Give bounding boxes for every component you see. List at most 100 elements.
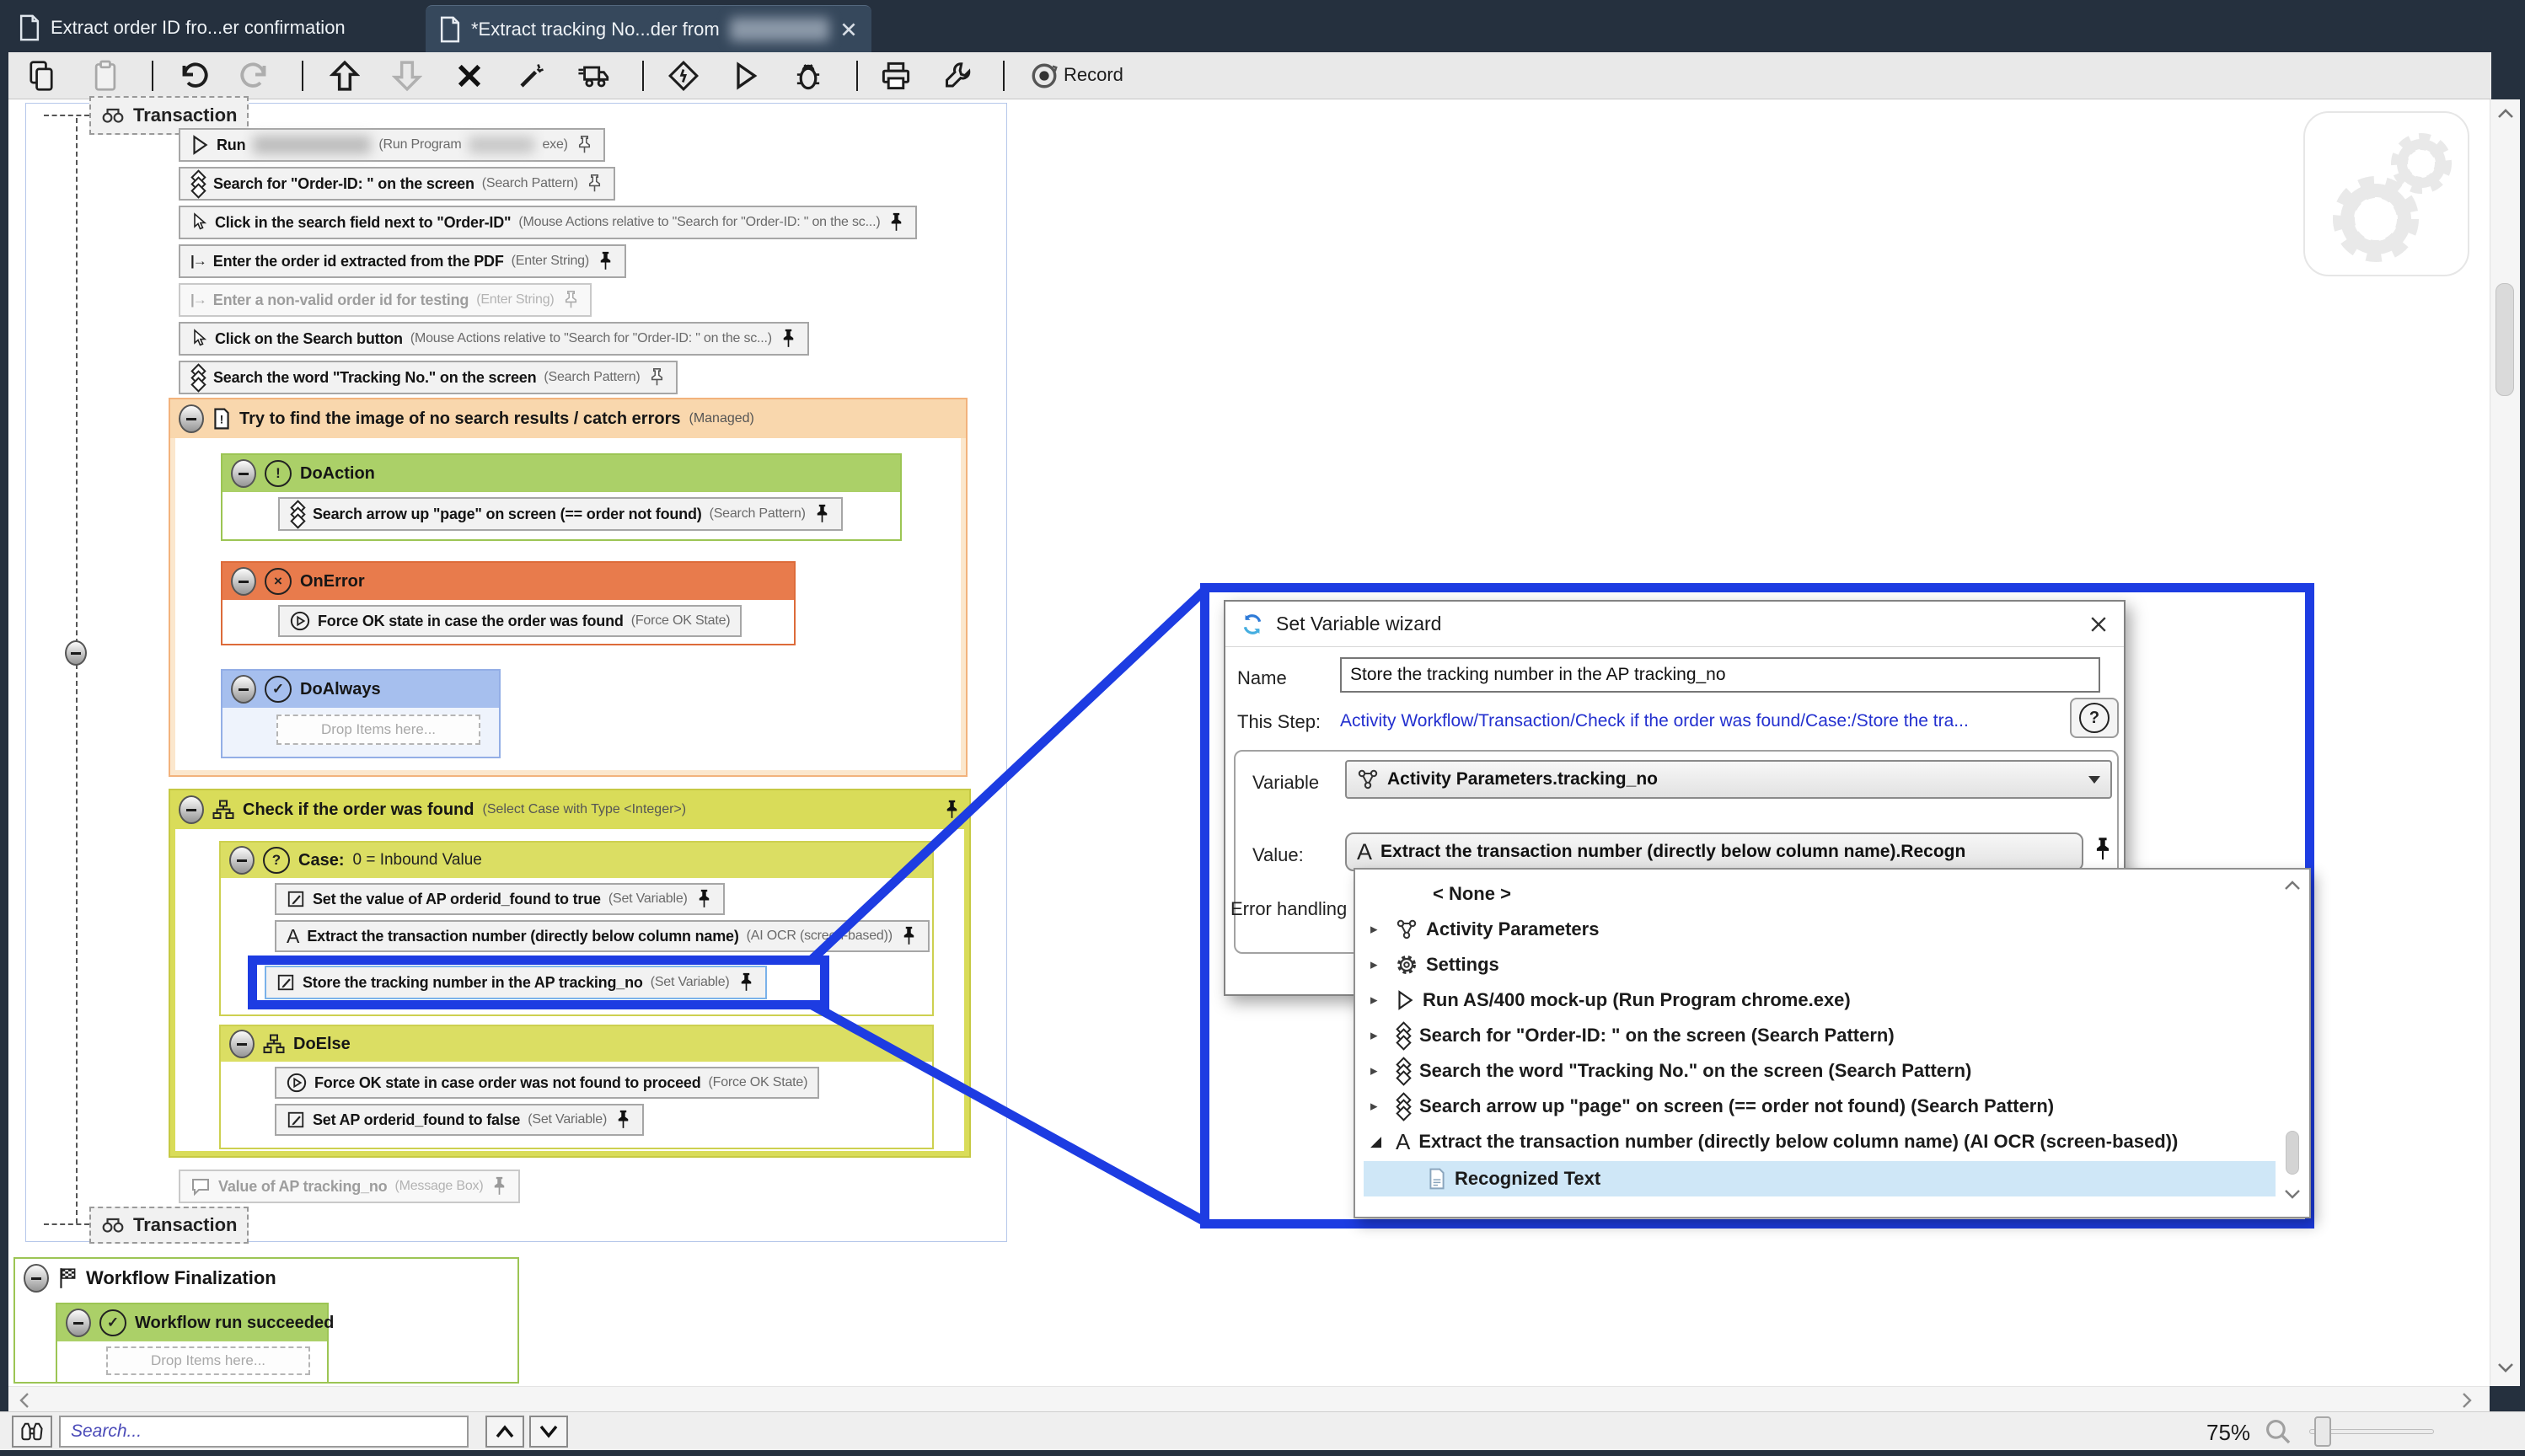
pin-outline-icon[interactable]	[648, 367, 666, 388]
pin-filled-icon[interactable]	[737, 972, 755, 993]
pin-outline-icon[interactable]	[562, 289, 580, 311]
pin-filled-icon[interactable]	[813, 503, 831, 525]
doelse-header[interactable]: DoElse	[221, 1026, 932, 1062]
scroll-up-icon[interactable]	[2496, 106, 2516, 121]
scroll-down-icon[interactable]	[2496, 1360, 2516, 1375]
step-into-button[interactable]	[664, 56, 703, 95]
pin-filled-icon[interactable]	[614, 1109, 632, 1131]
find-next-button[interactable]	[529, 1416, 568, 1448]
popup-scroll-up-icon[interactable]	[2282, 878, 2303, 893]
collapse-icon[interactable]	[179, 404, 204, 433]
step-set-orderid-true[interactable]: Set the value of AP orderid_found to tru…	[275, 883, 725, 915]
move-up-button[interactable]	[325, 56, 364, 95]
step-store-tracking-number[interactable]: Store the tracking number in the AP trac…	[265, 966, 767, 999]
record-label[interactable]: Record	[1064, 64, 1123, 86]
debug-button[interactable]	[789, 56, 828, 95]
step-force-ok-notfound[interactable]: Force OK state in case order was not fou…	[275, 1067, 820, 1099]
pin-filled-icon[interactable]	[695, 888, 713, 910]
step-search-tracking-no[interactable]: Search the word "Tracking No." on the sc…	[179, 361, 678, 394]
pin-filled-icon[interactable]	[2092, 836, 2114, 863]
step-search-order-id[interactable]: Search for "Order-ID: " on the screen (S…	[179, 167, 615, 201]
collapse-icon[interactable]	[231, 459, 256, 488]
collapse-icon[interactable]	[229, 1030, 255, 1058]
variable-dropdown[interactable]: Activity Parameters.tracking_no	[1345, 760, 2112, 799]
case-header[interactable]: ? Case: 0 = Inbound Value	[221, 843, 932, 878]
record-icon[interactable]	[1025, 56, 1064, 95]
step-click-search-button[interactable]: Click on the Search button (Mouse Action…	[179, 322, 809, 356]
pin-outline-icon[interactable]	[576, 134, 593, 156]
tree-item-search-tracking-no[interactable]: ▸ Search the word "Tracking No." on the …	[1359, 1053, 2274, 1089]
step-extract-transaction-number[interactable]: A Extract the transaction number (direct…	[275, 920, 930, 952]
step-enter-nonvalid-order-id[interactable]: |→ Enter a non-valid order id for testin…	[179, 283, 592, 317]
step-set-orderid-false[interactable]: Set AP orderid_found to false (Set Varia…	[275, 1104, 645, 1136]
step-click-search-field[interactable]: Click in the search field next to "Order…	[179, 206, 918, 239]
value-dropdown[interactable]: A Extract the transaction number (direct…	[1345, 832, 2083, 871]
select-case-header[interactable]: Check if the order was found (Select Cas…	[170, 790, 969, 829]
expander-collapsed-icon[interactable]: ▸	[1370, 1027, 1387, 1044]
run-button[interactable]	[726, 56, 765, 95]
collapse-icon[interactable]	[231, 675, 256, 704]
settings-wrench-button[interactable]	[939, 56, 978, 95]
move-down-button[interactable]	[388, 56, 426, 95]
collapse-icon[interactable]	[179, 795, 204, 824]
tree-item-activity-parameters[interactable]: ▸ Activity Parameters	[1359, 912, 2274, 947]
delete-button[interactable]	[450, 56, 489, 95]
tab-order-id[interactable]: Extract order ID fro...er confirmation	[19, 7, 346, 49]
search-input[interactable]	[59, 1416, 469, 1448]
onerror-header[interactable]: × OnError	[222, 563, 794, 600]
succeeded-header[interactable]: ✓ Workflow run succeeded	[57, 1304, 334, 1341]
tree-item-extract-transaction[interactable]: ◢ A Extract the transaction number (dire…	[1359, 1124, 2274, 1159]
wand-button[interactable]	[512, 56, 551, 95]
vertical-scrollbar[interactable]	[2490, 99, 2520, 1386]
deliver-button[interactable]	[575, 56, 614, 95]
transaction-node-end[interactable]: Transaction	[89, 1207, 249, 1244]
finalization-header[interactable]: Workflow Finalization	[15, 1259, 517, 1298]
find-previous-button[interactable]	[485, 1416, 524, 1448]
collapse-icon[interactable]	[24, 1264, 49, 1293]
step-enter-order-id[interactable]: |→ Enter the order id extracted from the…	[179, 244, 626, 278]
expander-collapsed-icon[interactable]: ▸	[1370, 956, 1387, 973]
collapse-branch-button[interactable]	[65, 640, 87, 666]
step-force-ok-found[interactable]: Force OK state in case the order was fou…	[278, 605, 742, 637]
popup-scroll-down-icon[interactable]	[2282, 1186, 2303, 1202]
tree-item-run-as400[interactable]: ▸ Run AS/400 mock-up (Run Program chrome…	[1359, 982, 2274, 1018]
paste-button[interactable]	[86, 56, 125, 95]
doaction-header[interactable]: ! DoAction	[222, 455, 900, 492]
expander-collapsed-icon[interactable]: ▸	[1370, 921, 1387, 938]
pin-filled-icon[interactable]	[780, 328, 797, 350]
pin-outline-icon[interactable]	[586, 173, 603, 195]
expander-expanded-icon[interactable]: ◢	[1370, 1133, 1387, 1150]
tree-item-search-arrow-up[interactable]: ▸ Search arrow up "page" on screen (== o…	[1359, 1089, 2274, 1124]
doalways-block[interactable]: ✓ DoAlways	[221, 669, 501, 758]
find-button[interactable]	[12, 1416, 52, 1448]
pin-filled-icon[interactable]	[900, 925, 918, 947]
scroll-left-icon[interactable]	[17, 1391, 32, 1410]
expander-collapsed-icon[interactable]: ▸	[1370, 1063, 1387, 1079]
zoom-slider-thumb[interactable]	[2314, 1416, 2331, 1447]
this-step-link[interactable]: Activity Workflow/Transaction/Check if t…	[1340, 711, 2058, 731]
scroll-right-icon[interactable]	[2459, 1391, 2474, 1410]
redo-button[interactable]	[236, 56, 275, 95]
pin-filled-icon[interactable]	[887, 211, 905, 233]
tree-item-none[interactable]: < None >	[1359, 876, 2274, 912]
step-search-arrow-up[interactable]: Search arrow up "page" on screen (== ord…	[278, 497, 843, 531]
tab-tracking-no[interactable]: *Extract tracking No...der from	[426, 5, 871, 52]
collapse-icon[interactable]	[229, 846, 255, 875]
vertical-scrollbar-thumb[interactable]	[2496, 283, 2514, 396]
try-catch-header[interactable]: ! Try to find the image of no search res…	[170, 399, 966, 438]
close-tab-icon[interactable]	[839, 20, 858, 39]
expander-collapsed-icon[interactable]: ▸	[1370, 1098, 1387, 1115]
pin-filled-icon[interactable]	[491, 1175, 508, 1197]
name-input[interactable]	[1340, 657, 2100, 693]
help-button[interactable]: ?	[2070, 698, 2119, 738]
expander-collapsed-icon[interactable]: ▸	[1370, 992, 1387, 1009]
close-dialog-icon[interactable]	[2088, 614, 2109, 634]
collapse-icon[interactable]	[231, 567, 256, 596]
print-button[interactable]	[877, 56, 915, 95]
tree-item-settings[interactable]: ▸ Settings	[1359, 947, 2274, 982]
step-run-program[interactable]: Run (Run Program exe)	[179, 128, 605, 162]
undo-button[interactable]	[174, 56, 212, 95]
doalways-header[interactable]: ✓ DoAlways	[222, 671, 499, 708]
drop-items-placeholder[interactable]: Drop Items here...	[276, 715, 480, 745]
drop-items-placeholder[interactable]: Drop Items here...	[106, 1346, 310, 1375]
